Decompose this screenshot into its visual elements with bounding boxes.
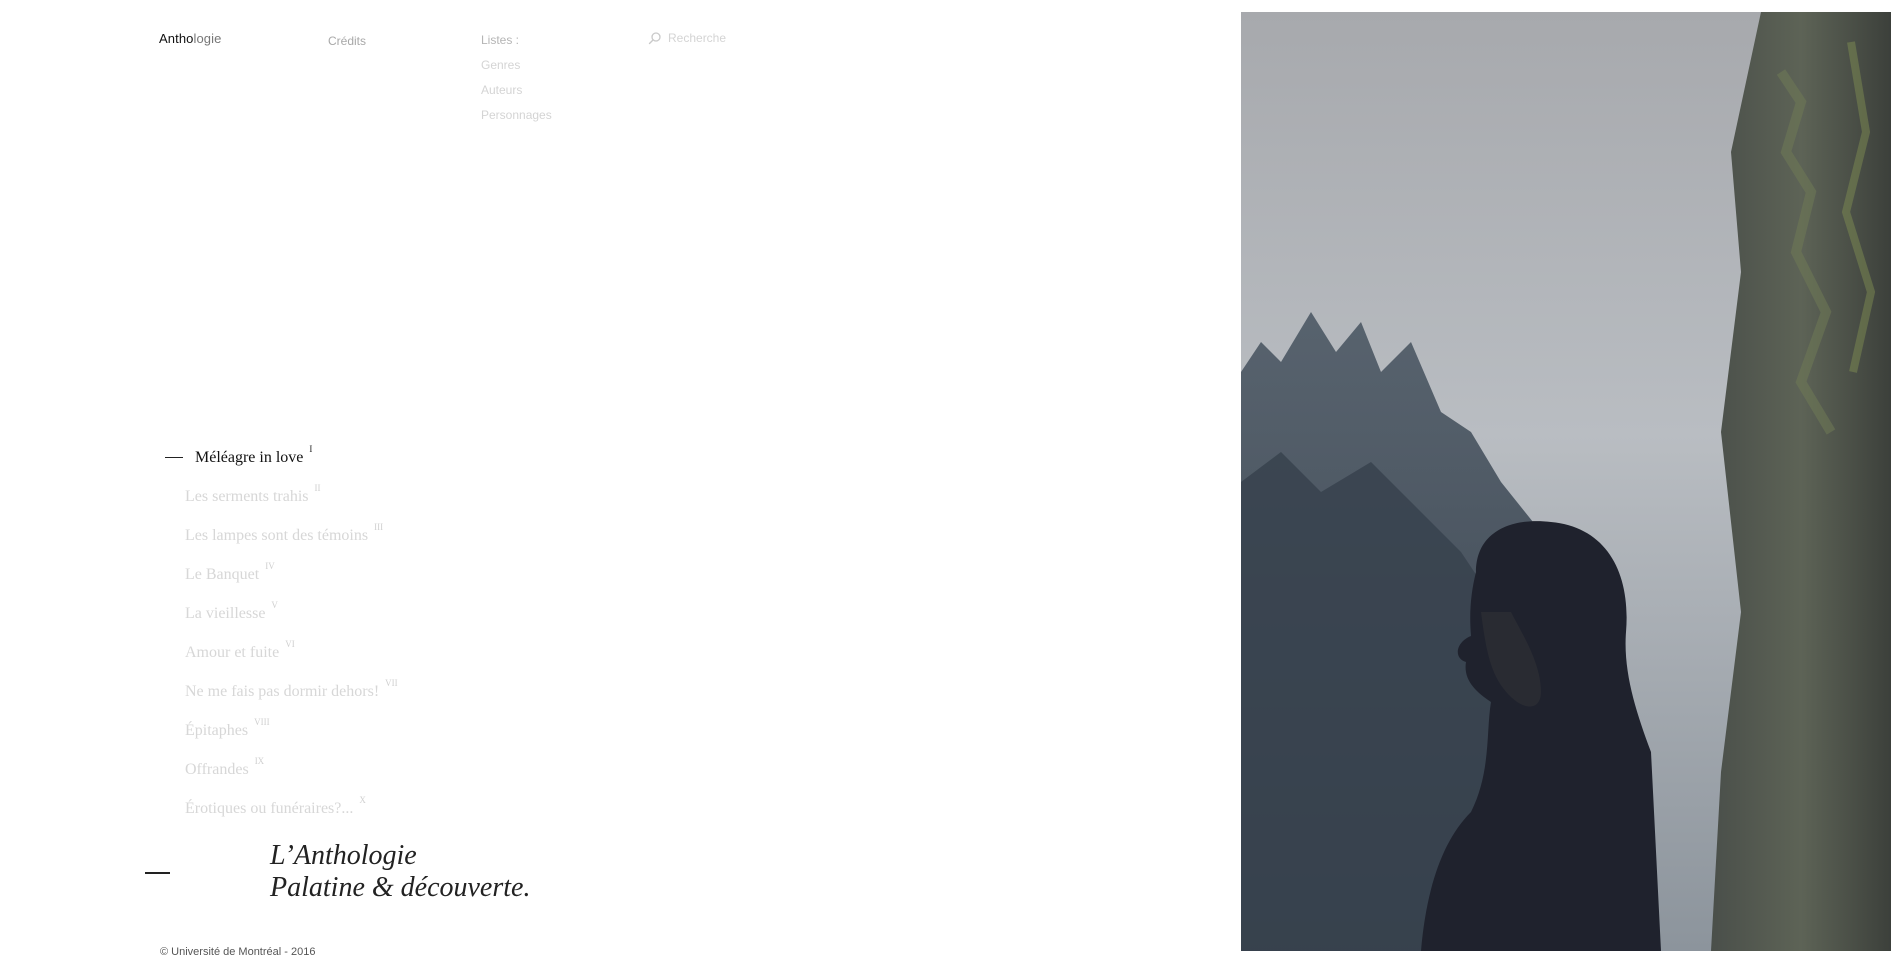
chapter-item-2: Les serments trahis II [165, 473, 398, 512]
chapter-numeral: III [374, 522, 384, 532]
logo-light: logie [193, 31, 222, 46]
search-input[interactable] [662, 31, 788, 45]
chapter-numeral: V [271, 600, 278, 610]
site-logo[interactable]: Anthologie [159, 31, 221, 46]
chapter-numeral: VI [285, 639, 295, 649]
chapter-numeral: VIII [254, 717, 270, 727]
footer-copyright: © Université de Montréal - 2016 [160, 946, 316, 958]
chapter-link[interactable]: Ne me fais pas dormir dehors! [185, 683, 379, 700]
chapter-item-8: Épitaphes VIII [165, 707, 398, 746]
chapter-item-6: Amour et fuite VI [165, 629, 398, 668]
tagline-line-1: L’Anthologie [270, 840, 417, 871]
chapter-link[interactable]: Amour et fuite [185, 644, 279, 661]
chapter-item-7: Ne me fais pas dormir dehors! VII [165, 668, 398, 707]
chapter-numeral: VII [385, 678, 398, 688]
active-dash [165, 456, 183, 458]
tagline-line-2: Palatine & découverte. [270, 872, 531, 903]
chapter-item-3: Les lampes sont des témoins III [165, 512, 398, 551]
lists-item-personnages[interactable]: Personnages [481, 103, 552, 128]
search-icon[interactable] [648, 31, 662, 45]
chapter-numeral: I [309, 444, 313, 454]
chapter-link[interactable]: Épitaphes [185, 722, 248, 739]
search-box [648, 31, 788, 45]
chapter-item-10: Érotiques ou funéraires?... X [165, 785, 398, 824]
chapter-link[interactable]: Les lampes sont des témoins [185, 527, 368, 544]
chapter-numeral: IX [254, 756, 265, 766]
chapter-numeral: IV [265, 561, 275, 571]
chapter-link[interactable]: Le Banquet [185, 566, 259, 583]
tagline: L’Anthologie Palatine & découverte. [270, 840, 530, 904]
nav-credits-link[interactable]: Crédits [328, 34, 366, 48]
logo-bold: Antho [159, 31, 194, 46]
chapter-item-4: Le Banquet IV [165, 551, 398, 590]
chapter-item-1: Méléagre in love I [165, 434, 398, 473]
hero-photo [1241, 12, 1891, 951]
chapter-item-5: La vieillesse V [165, 590, 398, 629]
chapter-link[interactable]: Offrandes [185, 761, 249, 778]
chapter-link[interactable]: Méléagre in love [195, 449, 303, 466]
tagline-dash [145, 872, 170, 874]
lists-heading: Listes : [481, 33, 520, 47]
chapter-numeral: X [359, 795, 366, 805]
chapter-list: Méléagre in love I Les serments trahis II … [165, 434, 398, 824]
chapter-link[interactable]: Érotiques ou funéraires?... [185, 800, 353, 817]
lists-menu: Listes : Genres Auteurs Personnages [481, 33, 552, 128]
chapter-item-9: Offrandes IX [165, 746, 398, 785]
lists-item-auteurs[interactable]: Auteurs [481, 78, 552, 103]
hero-photo-illustration [1241, 12, 1891, 951]
chapter-link[interactable]: Les serments trahis [185, 488, 309, 505]
chapter-link[interactable]: La vieillesse [185, 605, 265, 622]
chapter-numeral: II [314, 483, 321, 493]
lists-item-genres[interactable]: Genres [481, 53, 552, 78]
